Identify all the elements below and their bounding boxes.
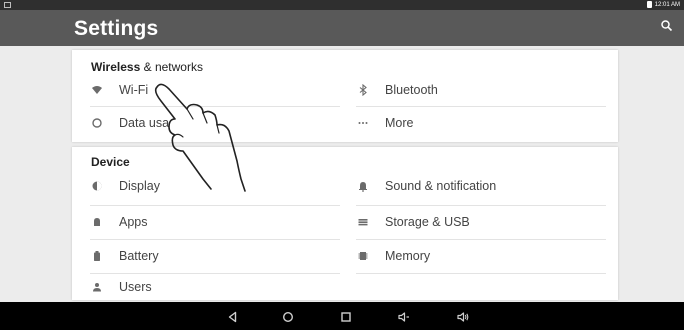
display-label: Display: [119, 179, 160, 193]
search-icon: [661, 20, 673, 32]
device-card: Device Display Sound & notification Apps…: [72, 147, 618, 300]
memory-icon: [356, 249, 370, 263]
setting-bluetooth[interactable]: Bluetooth: [356, 74, 606, 106]
status-right: 12:01 AM: [646, 1, 680, 8]
volume-down-icon: [398, 312, 409, 322]
users-label: Users: [119, 280, 152, 294]
wifi-label: Wi-Fi: [119, 83, 149, 97]
setting-users[interactable]: Users: [90, 274, 340, 300]
back-button[interactable]: [226, 310, 240, 324]
person-icon: [90, 280, 104, 294]
setting-wifi[interactable]: Wi-Fi: [90, 74, 340, 106]
back-icon: [228, 311, 237, 323]
sound-label: Sound & notification: [385, 179, 497, 193]
wireless-section-header: Wireless & networks: [91, 60, 203, 74]
apps-label: Apps: [119, 215, 148, 229]
storage-label: Storage & USB: [385, 215, 470, 229]
battery-icon: [90, 249, 104, 263]
home-icon: [282, 311, 294, 323]
setting-data-usage[interactable]: Data usa: [90, 107, 340, 139]
bluetooth-label: Bluetooth: [385, 83, 438, 97]
navigation-bar: [0, 302, 684, 330]
status-time: 12:01 AM: [654, 1, 680, 8]
wireless-header-main: Wireless: [91, 60, 141, 74]
android-icon: [90, 215, 104, 229]
wireless-networks-card: Wireless & networks Wi-Fi Bluetooth Data…: [72, 50, 618, 142]
setting-more[interactable]: More: [356, 107, 606, 139]
bell-icon: [356, 179, 370, 193]
storage-icon: [356, 215, 370, 229]
setting-apps[interactable]: Apps: [90, 206, 340, 238]
setting-display[interactable]: Display: [90, 170, 340, 202]
device-section-header: Device: [91, 155, 130, 169]
recents-icon: [341, 312, 351, 322]
recents-button[interactable]: [339, 310, 353, 324]
bluetooth-icon: [356, 83, 370, 97]
volume-up-icon: [457, 312, 469, 322]
search-button[interactable]: [660, 19, 674, 33]
setting-sound-notification[interactable]: Sound & notification: [356, 170, 606, 202]
notification-icon: [4, 2, 11, 8]
setting-battery[interactable]: Battery: [90, 240, 340, 272]
data-usage-label: Data usa: [119, 116, 170, 130]
setting-storage-usb[interactable]: Storage & USB: [356, 206, 606, 238]
display-icon: [90, 179, 104, 193]
page-title: Settings: [74, 17, 159, 40]
memory-label: Memory: [385, 249, 431, 263]
home-button[interactable]: [281, 310, 295, 324]
setting-memory[interactable]: Memory: [356, 240, 606, 272]
wireless-header-amp: & networks: [140, 60, 203, 74]
more-icon: [356, 116, 370, 130]
battery-label: Battery: [119, 249, 159, 263]
wifi-icon: [90, 83, 104, 97]
data-usage-icon: [90, 116, 104, 130]
volume-down-button[interactable]: [397, 310, 411, 324]
volume-up-button[interactable]: [456, 310, 470, 324]
divider: [356, 273, 606, 274]
status-bar: 12:01 AM: [0, 0, 684, 10]
more-label: More: [385, 116, 414, 130]
app-bar: Settings: [0, 10, 684, 46]
battery-icon: [646, 1, 652, 8]
